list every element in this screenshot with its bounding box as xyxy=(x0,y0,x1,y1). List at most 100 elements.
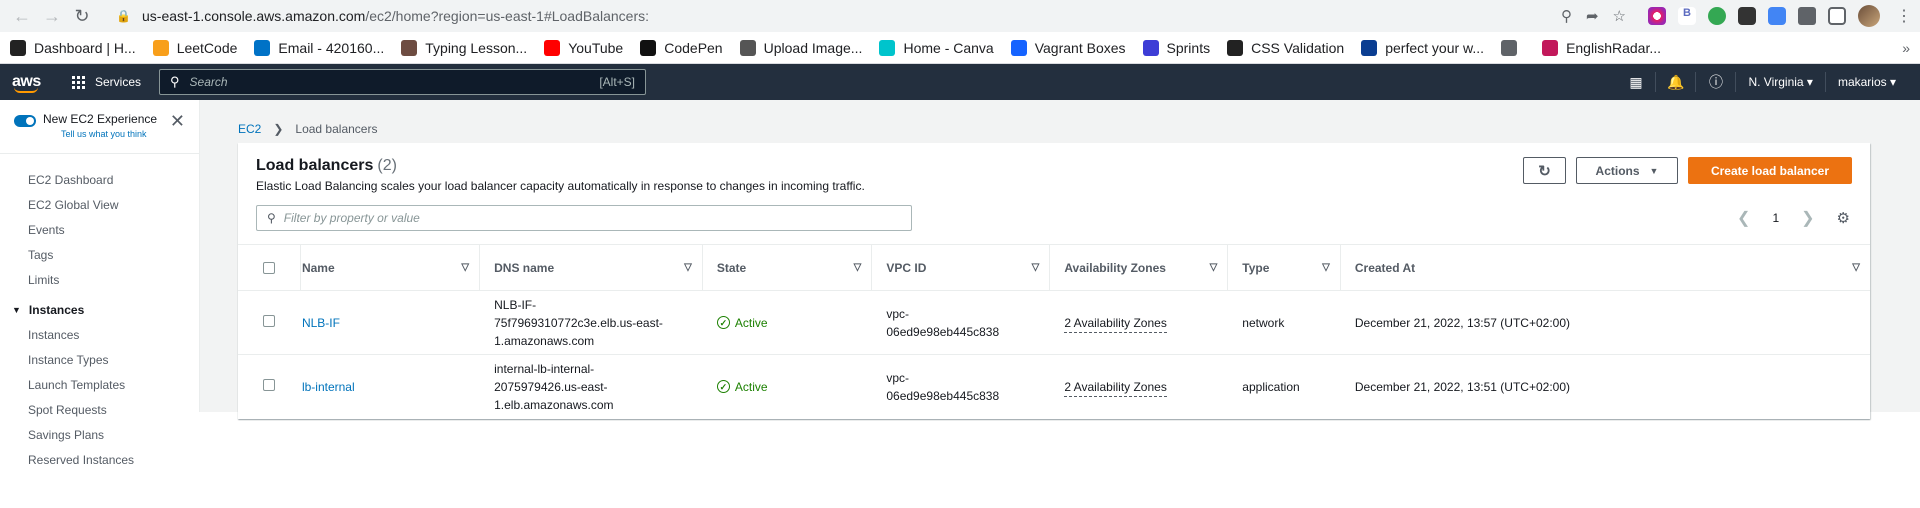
sidebar-item[interactable]: Launch Templates xyxy=(0,373,199,398)
bookmark-item[interactable]: Home - Canva xyxy=(879,39,994,56)
close-icon[interactable]: ✕ xyxy=(170,112,185,130)
reload-icon[interactable]: ↻ xyxy=(68,2,96,30)
back-icon[interactable]: ← xyxy=(8,2,36,30)
refresh-button[interactable]: ↻ xyxy=(1523,157,1566,184)
gear-icon[interactable]: ⚙ xyxy=(1837,209,1850,227)
breadcrumb-ec2[interactable]: EC2 xyxy=(238,122,261,136)
star-icon[interactable]: ☆ xyxy=(1613,7,1626,25)
row-checkbox[interactable] xyxy=(263,314,276,327)
sidebar-item[interactable]: EC2 Dashboard xyxy=(0,168,199,193)
az-popover-trigger[interactable]: 2 Availability Zones xyxy=(1064,379,1167,397)
bookmark-label: Typing Lesson... xyxy=(425,39,528,56)
sidebar-item[interactable]: Tags xyxy=(0,243,199,268)
sidebar-item[interactable]: Instances xyxy=(0,323,199,348)
sort-icon[interactable]: ▽ xyxy=(1322,262,1330,273)
bookmark-item[interactable]: Dashboard | H... xyxy=(10,39,136,56)
column-header[interactable]: Availability Zones ▽ xyxy=(1050,244,1229,291)
chevron-right-icon[interactable]: ❯ xyxy=(1801,208,1814,228)
cloudshell-icon[interactable]: ▦ xyxy=(1616,72,1657,92)
table-row[interactable]: NLB-IF NLB-IF- 75f7969310772c3e.elb.us-eas… xyxy=(238,290,1870,355)
column-header[interactable]: Name ▽ xyxy=(300,244,481,291)
search-input[interactable] xyxy=(189,75,600,89)
sidepanel-icon[interactable] xyxy=(1828,7,1846,25)
menu-kebab-icon[interactable]: ⋮ xyxy=(1896,6,1912,26)
select-all-checkbox[interactable] xyxy=(262,261,275,274)
extension-icon[interactable] xyxy=(1648,7,1666,25)
column-header[interactable]: State ▽ xyxy=(702,244,873,291)
az-popover-trigger[interactable]: 2 Availability Zones xyxy=(1064,315,1167,333)
bookmark-item[interactable]: perfect your w... xyxy=(1361,39,1484,56)
sidebar-item[interactable]: EC2 Global View xyxy=(0,193,199,218)
chevron-left-icon[interactable]: ❮ xyxy=(1737,208,1750,228)
new-experience-toggle[interactable] xyxy=(14,115,36,127)
bookmark-item[interactable]: Typing Lesson... xyxy=(401,39,528,56)
table-row[interactable]: lb-internal internal-lb-internal- 20759794… xyxy=(238,355,1870,419)
bookmark-item[interactable]: Vagrant Boxes xyxy=(1010,39,1126,56)
sidebar-section-instances[interactable]: ▼ Instances xyxy=(0,293,199,323)
vagrant-icon xyxy=(1010,39,1027,56)
type-cell: network xyxy=(1228,290,1341,355)
lb-name-link[interactable]: lb-internal xyxy=(302,380,355,394)
forward-icon[interactable]: → xyxy=(38,2,66,30)
create-load-balancer-button[interactable]: Create load balancer xyxy=(1688,157,1852,184)
sidebar-item[interactable]: Limits xyxy=(0,268,199,293)
globe-icon xyxy=(1501,39,1518,56)
sort-icon[interactable]: ▽ xyxy=(1210,262,1218,273)
sidebar-item[interactable]: Instance Types xyxy=(0,348,199,373)
row-checkbox[interactable] xyxy=(263,378,276,391)
status-badge: ✓ Active xyxy=(716,314,872,332)
aws-logo[interactable]: aws xyxy=(12,73,46,93)
column-label: Type xyxy=(1242,260,1270,275)
sort-icon[interactable]: ▽ xyxy=(854,262,862,273)
help-icon[interactable]: ⓘ xyxy=(1696,72,1737,92)
lock-icon: 🔒 xyxy=(116,9,131,23)
bookmark-item[interactable]: YouTube xyxy=(544,39,623,56)
aws-search[interactable]: ⚲ [Alt+S] xyxy=(159,69,647,95)
sidebar-item[interactable]: Events xyxy=(0,218,199,243)
bookmark-item[interactable]: LeetCode xyxy=(152,39,237,56)
bookmark-item[interactable]: CodePen xyxy=(640,39,723,56)
account-menu[interactable]: makarios ▾ xyxy=(1826,72,1908,92)
englishradar-icon xyxy=(1542,39,1559,56)
sidebar-item[interactable]: Reserved Instances xyxy=(0,448,199,473)
bell-icon[interactable]: 🔔 xyxy=(1656,72,1697,92)
bookmark-item[interactable]: CSS Validation xyxy=(1227,39,1344,56)
bookmark-item[interactable] xyxy=(1501,39,1525,56)
column-header[interactable]: DNS name ▽ xyxy=(480,244,703,291)
sort-icon[interactable]: ▽ xyxy=(461,262,469,273)
lb-name-link[interactable]: NLB-IF xyxy=(302,316,340,330)
puzzle-icon[interactable] xyxy=(1798,7,1816,25)
address-bar[interactable]: 🔒 us-east-1.console.aws.amazon.com/ec2/h… xyxy=(104,2,1638,30)
bookmark-item[interactable]: Upload Image... xyxy=(739,39,862,56)
page-number[interactable]: 1 xyxy=(1772,211,1779,225)
sidebar-item[interactable]: Spot Requests xyxy=(0,398,199,423)
bookmark-item[interactable]: Email - 420160... xyxy=(254,39,384,56)
bookmark-item[interactable]: EnglishRadar... xyxy=(1542,39,1661,56)
sort-icon[interactable]: ▽ xyxy=(1852,262,1860,273)
zoom-icon[interactable]: ⚲ xyxy=(1561,7,1572,25)
translate-icon[interactable] xyxy=(1768,7,1786,25)
share-icon[interactable]: ➦ xyxy=(1586,7,1599,25)
bookmark-item[interactable]: Sprints xyxy=(1142,39,1211,56)
feedback-link[interactable]: Tell us what you think xyxy=(61,129,157,139)
column-header[interactable]: Created At ▽ xyxy=(1340,244,1870,291)
sidebar-item[interactable]: Savings Plans xyxy=(0,423,199,448)
actions-button[interactable]: Actions ▼ xyxy=(1576,157,1678,184)
sort-icon[interactable]: ▽ xyxy=(1032,262,1040,273)
extension-icon[interactable] xyxy=(1738,7,1756,25)
filter-box[interactable]: ⚲ xyxy=(256,205,912,231)
avatar[interactable] xyxy=(1858,5,1880,27)
column-header[interactable]: Type ▽ xyxy=(1228,244,1341,291)
services-menu[interactable]: Services xyxy=(72,75,141,89)
extension-icon[interactable] xyxy=(1708,7,1726,25)
breadcrumb-current: Load balancers xyxy=(295,122,378,136)
filter-input[interactable] xyxy=(283,211,901,225)
main-content: EC2 ❯ Load balancers Load balancers (2) E… xyxy=(200,100,1920,419)
region-selector[interactable]: N. Virginia ▾ xyxy=(1736,72,1826,92)
sort-icon[interactable]: ▽ xyxy=(684,262,692,273)
column-header[interactable]: VPC ID ▽ xyxy=(872,244,1051,291)
outlook-icon xyxy=(254,39,271,56)
extension-icon[interactable]: B xyxy=(1678,7,1696,25)
bookmark-label: Sprints xyxy=(1166,39,1211,56)
bookmarks-overflow-icon[interactable]: » xyxy=(1902,40,1910,56)
